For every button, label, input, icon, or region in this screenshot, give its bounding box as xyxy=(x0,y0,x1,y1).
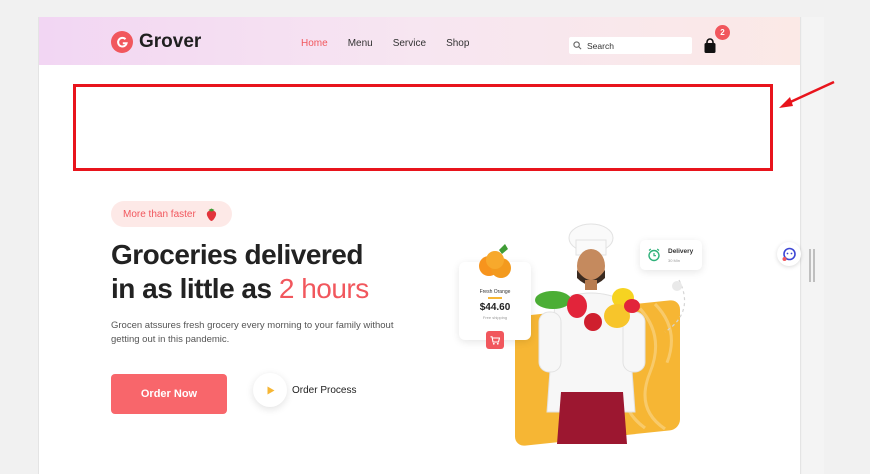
product-card[interactable]: Fresh Orange $44.60 Free shipping xyxy=(459,244,531,340)
nav-home[interactable]: Home xyxy=(301,38,328,49)
order-process-label[interactable]: Order Process xyxy=(292,385,356,396)
chat-icon xyxy=(782,247,796,261)
headline-line-2: in as little as 2 hours xyxy=(111,272,441,306)
play-icon xyxy=(267,386,274,394)
clock-icon xyxy=(648,248,660,262)
search-icon xyxy=(573,41,582,50)
annotation-highlight-box xyxy=(73,84,773,171)
product-divider xyxy=(488,297,502,299)
headline-prefix: in as little as xyxy=(111,273,279,304)
hero-headline: Groceries delivered in as little as 2 ho… xyxy=(111,238,441,306)
main-nav: Home Menu Service Shop xyxy=(301,38,469,49)
scroll-handle[interactable] xyxy=(809,249,816,282)
headline-line-1: Groceries delivered xyxy=(111,239,363,270)
strawberry-icon xyxy=(206,208,216,221)
headline-highlight: 2 hours xyxy=(278,273,369,304)
cart-icon xyxy=(490,335,500,345)
hero-description: Grocen atssures fresh grocery every morn… xyxy=(111,320,394,345)
delivery-title: Delivery xyxy=(668,248,694,255)
logo[interactable]: Grover xyxy=(111,31,201,53)
nav-shop[interactable]: Shop xyxy=(446,38,469,49)
chat-support-button[interactable] xyxy=(777,242,801,266)
logo-icon xyxy=(111,31,133,53)
product-title: Fresh Orange xyxy=(479,289,511,295)
delivery-subtitle: 30 Min xyxy=(668,258,681,263)
delivery-card: Delivery 30 Min xyxy=(640,240,702,270)
promo-tag: More than faster xyxy=(111,201,232,227)
search-input[interactable]: Search xyxy=(569,37,692,54)
promo-tag-text: More than faster xyxy=(123,208,196,220)
nav-menu[interactable]: Menu xyxy=(348,38,373,49)
annotation-arrow-icon xyxy=(779,80,835,108)
product-price: $44.60 xyxy=(479,302,511,313)
cart-count-badge: 2 xyxy=(715,25,730,40)
orange-icon xyxy=(479,244,511,278)
play-video-button[interactable] xyxy=(253,373,287,407)
site-header: Grover Home Menu Service Shop Search 2 xyxy=(39,17,800,65)
logo-text: Grover xyxy=(139,31,202,52)
nav-service[interactable]: Service xyxy=(393,38,426,49)
product-subtitle: Free shipping xyxy=(482,315,508,320)
order-now-button[interactable]: Order Now xyxy=(111,374,227,414)
add-to-cart-button[interactable] xyxy=(486,331,504,349)
search-placeholder: Search xyxy=(587,40,614,51)
shopping-bag-icon[interactable] xyxy=(703,38,717,54)
